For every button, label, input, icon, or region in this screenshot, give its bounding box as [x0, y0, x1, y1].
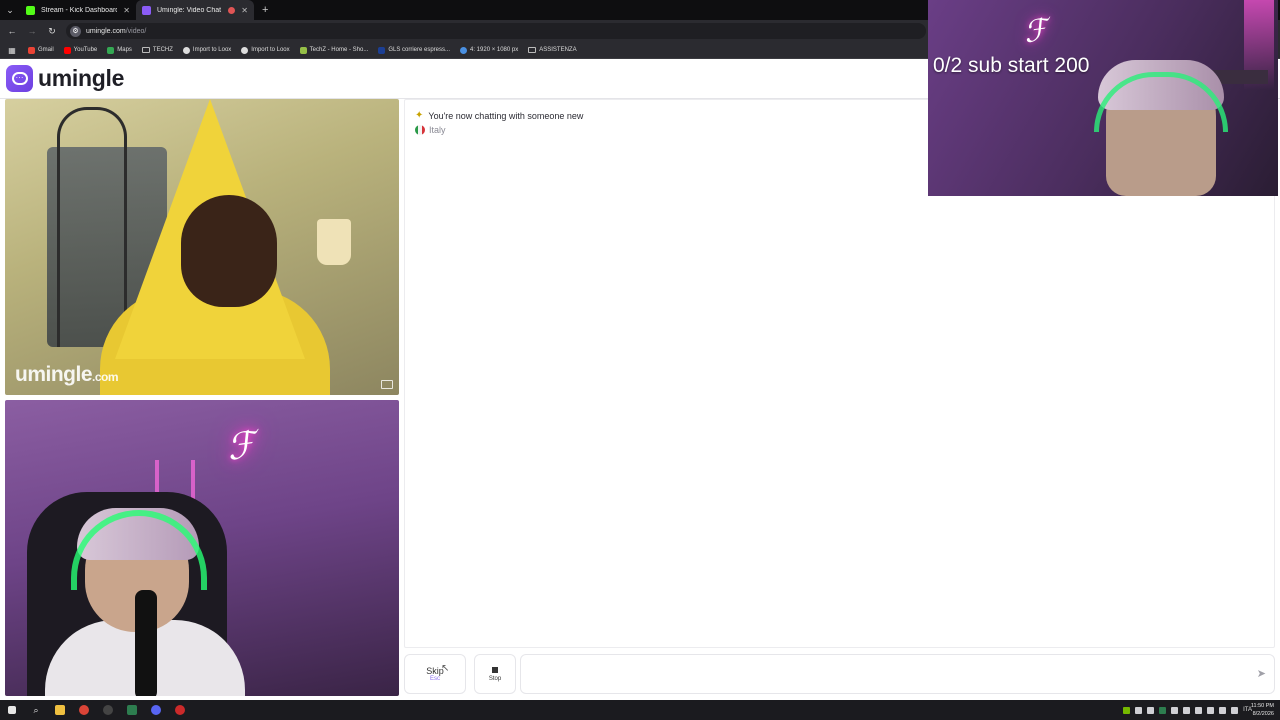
discord-icon[interactable]: [144, 700, 168, 720]
youtube-icon: [63, 46, 71, 54]
recording-indicator-icon: [228, 6, 236, 14]
new-tab-plus-icon[interactable]: +: [254, 4, 276, 16]
report-flag-icon[interactable]: [381, 380, 393, 389]
stranger-video: umingle.com: [5, 99, 399, 395]
bookmark-import-loox-1[interactable]: Import to Loox: [182, 46, 231, 54]
windows-start-icon[interactable]: [0, 700, 24, 720]
gmail-icon: [28, 46, 35, 54]
apps-grid-icon[interactable]: ▦: [6, 46, 18, 55]
reload-icon[interactable]: ↻: [46, 26, 58, 37]
lamp: [317, 219, 351, 265]
close-tab-icon[interactable]: ✕: [241, 6, 248, 15]
microphone: [135, 590, 157, 696]
neon-sign: ℱ: [1021, 12, 1050, 51]
sub-goal-text: 0/2 sub start 200: [933, 54, 1090, 77]
globe-icon: [182, 46, 190, 54]
message-input[interactable]: ➤: [520, 654, 1275, 694]
tab-title: Stream - Kick Dashboard: [41, 6, 118, 14]
close-tab-icon[interactable]: ✕: [123, 6, 130, 15]
volume-icon[interactable]: [1219, 706, 1227, 714]
gls-icon: [378, 46, 386, 54]
file-explorer-icon[interactable]: [48, 700, 72, 720]
neon-sign: ℱ: [224, 424, 259, 469]
sparkle-icon: ✦: [415, 110, 424, 121]
nvidia-icon[interactable]: [1123, 706, 1131, 714]
tray-app-icon[interactable]: [1135, 706, 1143, 714]
chrome-icon[interactable]: [72, 700, 96, 720]
tray-app-icon[interactable]: [1183, 706, 1191, 714]
bookmark-resolution[interactable]: 4: 1920 × 1080 px: [460, 46, 518, 54]
clock-date: 8/2/2026: [1252, 711, 1274, 717]
stranger-country: Italy: [415, 125, 446, 135]
stream-camera-overlay: ℱ 0/2 sub start 200: [928, 0, 1278, 196]
chat-controls: Skip Esc ↖ Stop ➤: [404, 654, 1275, 694]
stranger-face: [181, 195, 277, 307]
skip-button[interactable]: Skip Esc ↖: [404, 654, 466, 694]
stop-icon: [492, 666, 498, 673]
search-icon[interactable]: ⌕: [24, 700, 48, 720]
shopify-icon: [299, 46, 307, 54]
folder-icon: [141, 47, 150, 53]
system-tray: ITA: [1123, 700, 1252, 720]
stop-button[interactable]: Stop: [474, 654, 516, 694]
bookmark-folder-assistenza[interactable]: ASSISTENZA: [528, 47, 577, 53]
site-info-icon[interactable]: ⚙: [70, 25, 81, 37]
app-icon[interactable]: [96, 700, 120, 720]
mouse-cursor-icon: ↖: [441, 663, 450, 674]
bookmark-folder-techz[interactable]: TECHZ: [141, 47, 173, 53]
tray-app-icon[interactable]: [1159, 706, 1167, 714]
screen-size-icon: [460, 46, 468, 54]
windows-taskbar: ⌕ ITA 11:50 PM 8/2/2026: [0, 700, 1280, 720]
tab-search-chevron-icon[interactable]: ⌄: [0, 0, 20, 20]
back-arrow-icon[interactable]: ←: [6, 26, 18, 36]
globe-icon: [241, 46, 249, 54]
chat-bubble-logo-icon: ···: [6, 65, 33, 92]
italy-flag-icon: [415, 125, 425, 135]
address-bar[interactable]: ⚙ umingle.com/video/: [66, 23, 926, 39]
maps-icon: [107, 46, 115, 54]
tray-app-icon[interactable]: [1195, 706, 1203, 714]
bookmark-gmail[interactable]: Gmail: [28, 46, 54, 54]
chat-status-text: You're now chatting with someone new: [428, 110, 584, 121]
self-video: ℱ: [5, 400, 399, 696]
bookmark-gls[interactable]: GLS corriere espress...: [378, 46, 450, 54]
bookmark-maps[interactable]: Maps: [107, 46, 132, 54]
tab-kick-dashboard[interactable]: Stream - Kick Dashboard ✕: [20, 0, 136, 20]
tray-app-icon[interactable]: [1171, 706, 1179, 714]
umingle-watermark: umingle.com: [15, 363, 119, 386]
bookmark-youtube[interactable]: YouTube: [63, 46, 97, 54]
bookmark-import-loox-2[interactable]: Import to Loox: [241, 46, 290, 54]
skip-hint: Esc: [429, 676, 440, 682]
tab-umingle[interactable]: Umingle: Video Chat with S ✕: [136, 0, 254, 20]
terminal-icon[interactable]: [120, 700, 144, 720]
url-text: umingle.com/video/: [86, 27, 147, 35]
forward-arrow-icon[interactable]: →: [26, 26, 38, 36]
chat-status-message: ✦ You're now chatting with someone new: [415, 110, 583, 121]
network-icon[interactable]: [1207, 706, 1215, 714]
tab-title: Umingle: Video Chat with S: [157, 6, 222, 14]
volume-icon[interactable]: [1231, 706, 1239, 714]
umingle-favicon-icon: [142, 5, 151, 15]
system-clock[interactable]: 11:50 PM 8/2/2026: [1251, 702, 1274, 718]
country-text: Italy: [429, 125, 446, 135]
logo-text: umingle: [38, 65, 125, 91]
folder-icon: [528, 47, 537, 53]
stop-label: Stop: [488, 675, 502, 682]
send-icon[interactable]: ➤: [1257, 667, 1266, 680]
umingle-logo[interactable]: ··· umingle: [6, 65, 124, 92]
tray-app-icon[interactable]: [1147, 706, 1155, 714]
kick-favicon-icon: [26, 5, 35, 15]
obs-icon[interactable]: [168, 700, 192, 720]
clock-time: 11:50 PM: [1250, 703, 1274, 709]
bookmark-techz-shop[interactable]: TechZ - Home - Sho...: [299, 46, 368, 54]
